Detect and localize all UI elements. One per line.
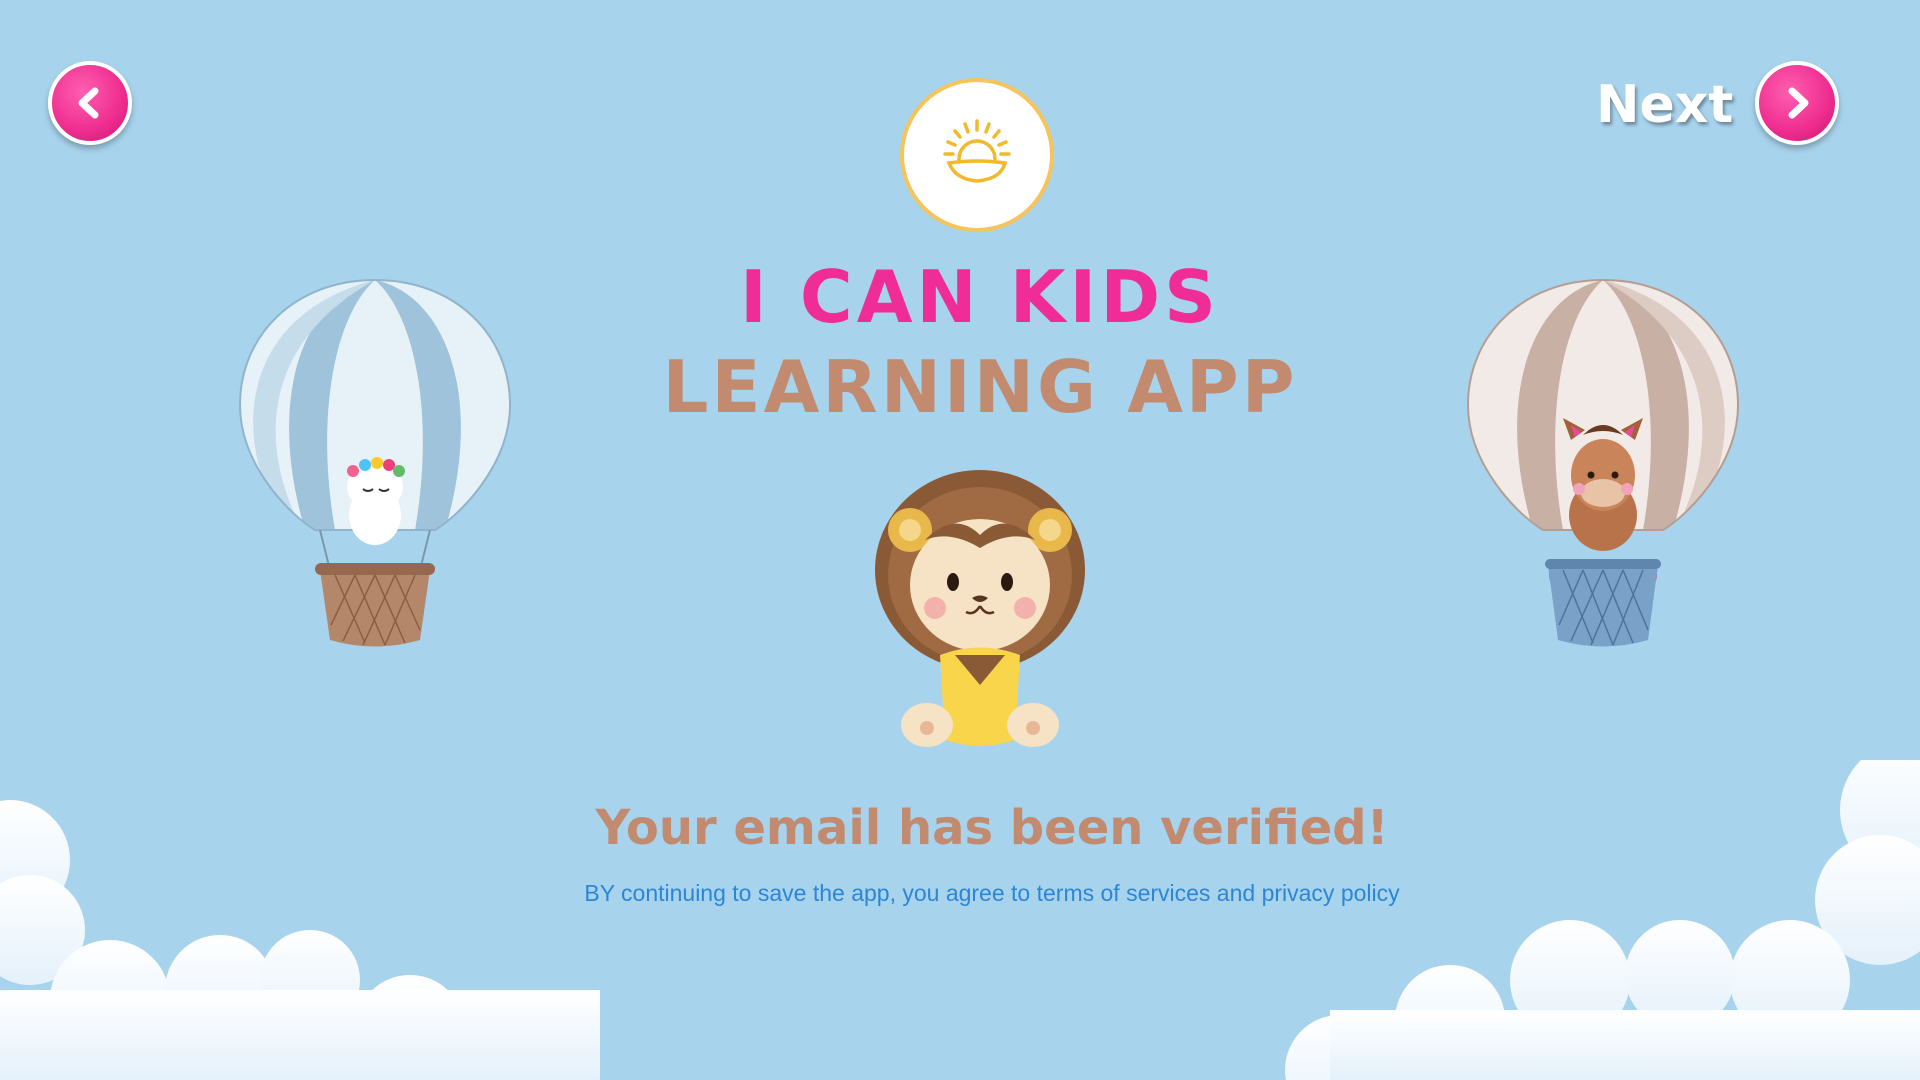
lion-mascot-illustration — [875, 470, 1085, 747]
next-button[interactable] — [1755, 61, 1839, 145]
chevron-right-icon — [1788, 87, 1809, 119]
next-label[interactable]: Next — [1596, 72, 1733, 138]
back-button[interactable] — [48, 61, 132, 145]
balloon-horse-illustration — [1466, 278, 1740, 647]
app-title-line2: LEARNING APP — [662, 345, 1298, 429]
cloud-left-decoration — [0, 800, 600, 1080]
app-logo — [900, 78, 1054, 232]
chevron-left-icon — [78, 87, 99, 119]
sunrise-icon — [943, 119, 1011, 183]
cloud-right-decoration — [1285, 760, 1920, 1080]
balloon-llama-illustration — [238, 278, 512, 647]
app-title-line1: I CAN KIDS — [740, 255, 1220, 339]
